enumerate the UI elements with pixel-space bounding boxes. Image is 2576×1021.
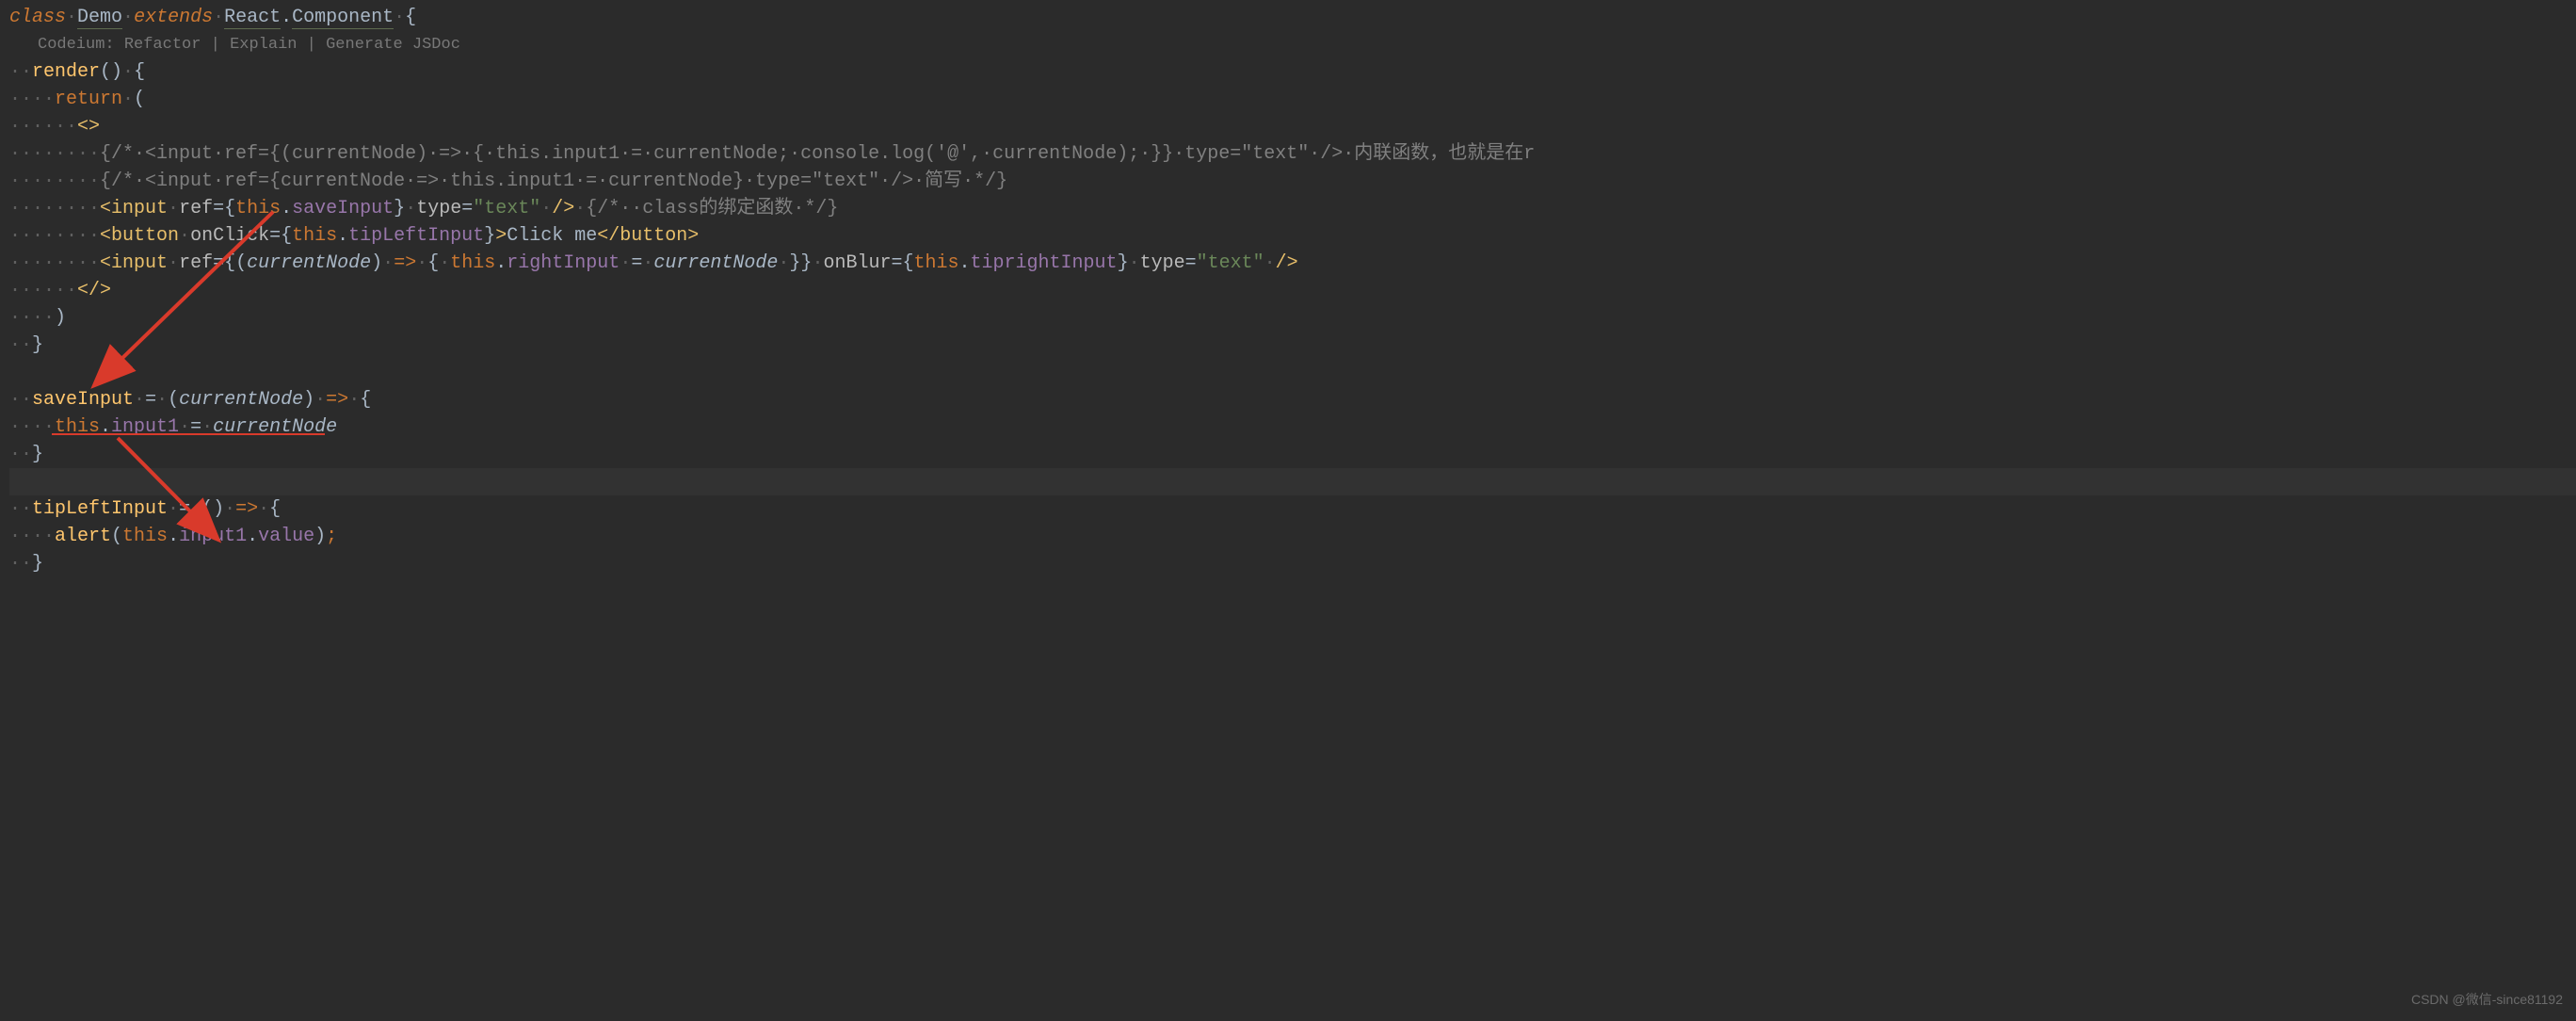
watermark: CSDN @微信-since81192 bbox=[2411, 986, 2563, 1013]
prop-saveinput: saveInput bbox=[292, 198, 394, 219]
jsx-fragment-close: </> bbox=[77, 280, 111, 301]
method-tipleft: tipLeftInput bbox=[32, 498, 168, 520]
code-line[interactable]: ······</> bbox=[9, 277, 2576, 304]
button-text: Click me bbox=[507, 225, 597, 247]
jsx-tag-input: input bbox=[111, 252, 168, 274]
keyword-class: class bbox=[9, 7, 66, 28]
annotation-underline bbox=[52, 433, 325, 435]
code-line[interactable] bbox=[9, 359, 2576, 386]
code-line[interactable]: ··} bbox=[9, 441, 2576, 468]
code-line[interactable]: ··} bbox=[9, 550, 2576, 577]
codelens-jsdoc[interactable]: Generate JSDoc bbox=[326, 36, 460, 54]
code-line[interactable]: ····alert(this.input1.value); bbox=[9, 523, 2576, 550]
codelens-refactor[interactable]: Refactor bbox=[124, 36, 201, 54]
keyword-extends: extends bbox=[134, 7, 213, 28]
comment-class-bound: {/*··class的绑定函数·*/} bbox=[586, 198, 838, 219]
codelens-prefix: Codeium: bbox=[38, 36, 124, 54]
codelens-explain[interactable]: Explain bbox=[230, 36, 297, 54]
code-line[interactable]: ········{/*·<input·ref={(currentNode)·=>… bbox=[9, 140, 2576, 168]
prop-rightinput: rightInput bbox=[507, 252, 620, 274]
code-line[interactable]: class·Demo·extends·React.Component·{ bbox=[9, 4, 2576, 31]
param-currentnode: currentNode bbox=[179, 389, 303, 411]
code-line[interactable]: ········<input·ref={this.saveInput}·type… bbox=[9, 195, 2576, 222]
prop-value: value bbox=[258, 526, 314, 547]
jsx-tag-input: input bbox=[111, 198, 168, 219]
code-line[interactable]: ········<input·ref={(currentNode)·=>·{·t… bbox=[9, 250, 2576, 277]
param-currentnode: currentNode bbox=[247, 252, 371, 274]
method-saveinput: saveInput bbox=[32, 389, 134, 411]
attr-ref: ref bbox=[179, 252, 213, 274]
jsx-tag-button: button bbox=[111, 225, 179, 247]
code-line[interactable]: ··saveInput·=·(currentNode)·=>·{ bbox=[9, 386, 2576, 413]
jsx-fragment-open: <> bbox=[77, 116, 100, 138]
code-line[interactable]: ··render()·{ bbox=[9, 58, 2576, 86]
code-line[interactable]: ········{/*·<input·ref={currentNode·=>·t… bbox=[9, 168, 2576, 195]
code-line[interactable]: ········<button·onClick={this.tipLeftInp… bbox=[9, 222, 2576, 250]
class-component: Component bbox=[292, 7, 394, 29]
fn-alert: alert bbox=[55, 526, 111, 547]
attr-onclick: onClick bbox=[190, 225, 269, 247]
code-line[interactable]: ··} bbox=[9, 332, 2576, 359]
attr-ref: ref bbox=[179, 198, 213, 219]
prop-input1: input1 bbox=[179, 526, 247, 547]
comment-inline-fn: {/*·<input·ref={(currentNode)·=>·{·this.… bbox=[100, 143, 1535, 165]
prop-tipleft: tipLeftInput bbox=[348, 225, 484, 247]
class-demo: Demo bbox=[77, 7, 122, 29]
attr-onblur: onBlur bbox=[823, 252, 891, 274]
comment-shorthand: {/*·<input·ref={currentNode·=>·this.inpu… bbox=[100, 170, 1007, 192]
code-editor[interactable]: class·Demo·extends·React.Component·{ Cod… bbox=[0, 0, 2576, 577]
method-render: render bbox=[32, 61, 100, 83]
attr-type: type bbox=[416, 198, 461, 219]
code-line[interactable]: ····this.input1·=·currentNode bbox=[9, 413, 2576, 441]
code-line[interactable]: ··tipLeftInput·=·()·=>·{ bbox=[9, 495, 2576, 523]
codelens-row: Codeium: Refactor | Explain | Generate J… bbox=[9, 31, 2576, 58]
code-line[interactable]: ····return·( bbox=[9, 86, 2576, 113]
code-line[interactable]: ····) bbox=[9, 304, 2576, 332]
keyword-return: return bbox=[55, 89, 122, 110]
class-react: React bbox=[224, 7, 281, 29]
prop-tipright: tiprightInput bbox=[971, 252, 1118, 274]
code-line[interactable]: ······<> bbox=[9, 113, 2576, 140]
code-line-cursor[interactable] bbox=[9, 468, 2576, 495]
